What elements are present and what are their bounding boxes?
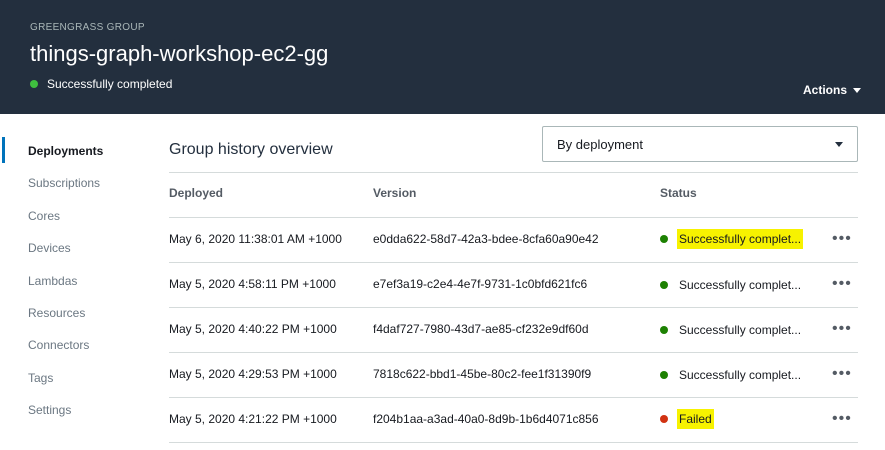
table-divider — [169, 262, 858, 263]
cell-status: Successfully complet... — [660, 229, 804, 249]
cell-version: e0dda622-58d7-42a3-bdee-8cfa60a90e42 — [373, 232, 599, 246]
cell-version: e7ef3a19-c2e4-4e7f-9731-1c0bfd621fc6 — [373, 277, 588, 291]
status-label: Successfully complet... — [677, 229, 804, 249]
section-title: Group history overview — [169, 141, 333, 158]
cell-deployed: May 5, 2020 4:21:22 PM +1000 — [169, 412, 337, 426]
status-label: Successfully complet... — [679, 368, 802, 382]
caret-down-icon — [853, 87, 861, 93]
cell-deployed: May 5, 2020 4:29:53 PM +1000 — [169, 367, 337, 381]
group-status-label: Successfully completed — [47, 77, 173, 91]
page-header: GREENGRASS GROUP things-graph-workshop-e… — [0, 0, 885, 114]
sidebar-item-resources[interactable]: Resources — [28, 306, 85, 320]
row-actions-icon[interactable]: ••• — [832, 411, 852, 427]
sidebar-item-devices[interactable]: Devices — [28, 241, 71, 255]
sidebar-item-deployments[interactable]: Deployments — [28, 144, 103, 158]
active-nav-indicator — [2, 137, 5, 163]
status-success-icon — [660, 235, 668, 243]
sidebar-item-lambdas[interactable]: Lambdas — [28, 274, 77, 288]
cell-status: Successfully complet... — [660, 365, 803, 385]
row-actions-icon[interactable]: ••• — [832, 276, 852, 292]
cell-version: 7818c622-bbd1-45be-80c2-fee1f31390f9 — [373, 367, 592, 381]
cell-version: f204b1aa-a3ad-40a0-8d9b-1b6d4071c856 — [373, 412, 599, 426]
sidebar-item-subscriptions[interactable]: Subscriptions — [28, 176, 100, 190]
status-label: Successfully complet... — [679, 323, 802, 337]
status-label: Failed — [677, 409, 714, 429]
column-header-deployed[interactable]: Deployed — [169, 186, 223, 200]
status-label: Successfully complet... — [679, 278, 802, 292]
cell-deployed: May 5, 2020 4:58:11 PM +1000 — [169, 277, 336, 291]
sidebar-item-cores[interactable]: Cores — [28, 209, 60, 223]
actions-label: Actions — [802, 83, 847, 97]
table-divider — [169, 352, 858, 353]
table-divider — [169, 172, 858, 173]
cell-status: Failed — [660, 409, 714, 429]
caret-down-icon — [835, 141, 843, 147]
status-error-icon — [660, 415, 668, 423]
status-success-icon — [30, 80, 38, 88]
status-success-icon — [660, 281, 668, 289]
table-divider — [169, 307, 858, 308]
page-title: things-graph-workshop-ec2-gg — [30, 41, 329, 66]
table-divider — [169, 397, 858, 398]
table-divider — [169, 217, 858, 218]
row-actions-icon[interactable]: ••• — [832, 366, 852, 382]
sidebar-item-connectors[interactable]: Connectors — [28, 338, 89, 352]
actions-button[interactable]: Actions — [803, 83, 861, 97]
cell-deployed: May 5, 2020 4:40:22 PM +1000 — [169, 322, 337, 336]
cell-status: Successfully complet... — [660, 275, 803, 295]
table-divider — [169, 442, 858, 443]
column-header-version[interactable]: Version — [373, 186, 416, 200]
cell-deployed: May 6, 2020 11:38:01 AM +1000 — [169, 232, 342, 246]
view-select-value: By deployment — [557, 136, 643, 152]
sidebar-item-settings[interactable]: Settings — [28, 403, 71, 417]
cell-status: Successfully complet... — [660, 320, 803, 340]
row-actions-icon[interactable]: ••• — [832, 321, 852, 337]
row-actions-icon[interactable]: ••• — [832, 231, 852, 247]
resource-type-label: GREENGRASS GROUP — [30, 22, 145, 33]
sidebar-item-tags[interactable]: Tags — [28, 371, 53, 385]
column-header-status[interactable]: Status — [660, 186, 697, 200]
cell-version: f4daf727-7980-43d7-ae85-cf232e9df60d — [373, 322, 589, 336]
view-select[interactable]: By deployment — [542, 126, 858, 162]
status-success-icon — [660, 371, 668, 379]
status-success-icon — [660, 326, 668, 334]
group-status: Successfully completed — [30, 77, 172, 91]
